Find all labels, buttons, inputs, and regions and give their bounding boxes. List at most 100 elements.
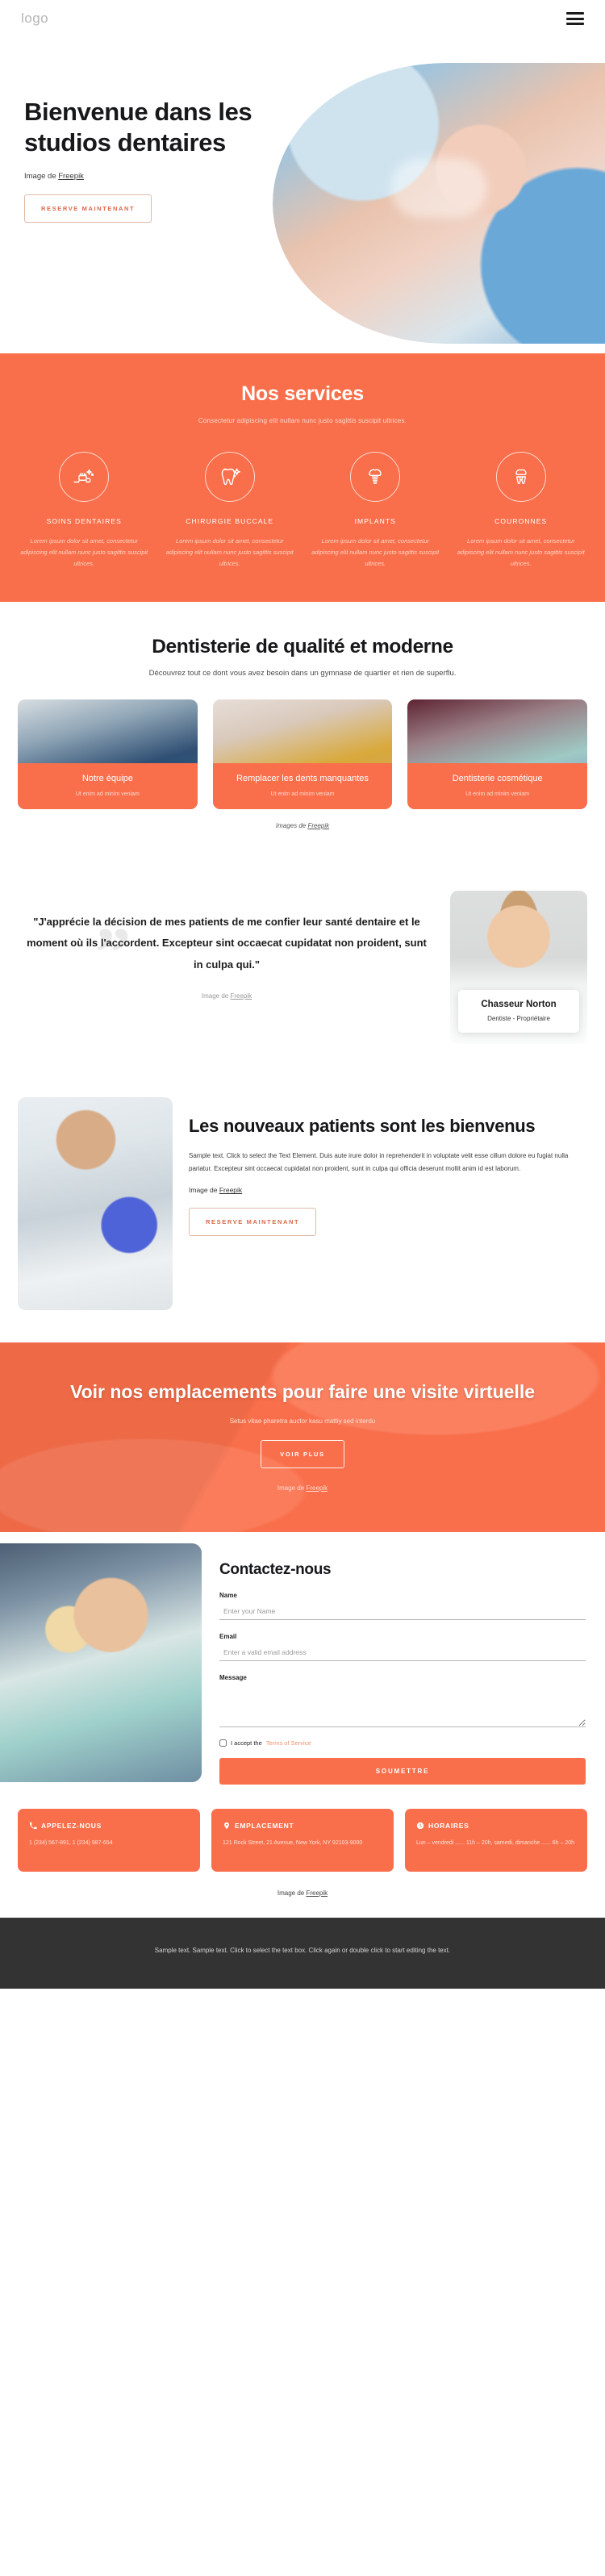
info-card-horaires[interactable]: HORAIRES Lun – vendredi ...... 11h – 20h… xyxy=(405,1808,587,1872)
card-title: Remplacer les dents manquantes xyxy=(236,774,369,784)
doctor-role: Dentiste - Propriétaire xyxy=(487,1014,550,1022)
new-patients-attribution-prefix: Image de xyxy=(189,1186,219,1195)
quality-cards: Notre équipe Ut enim ad minim veniam Rem… xyxy=(0,699,605,809)
services-section: Nos services Consectetur adipiscing elit… xyxy=(0,353,605,602)
name-input[interactable] xyxy=(219,1603,586,1620)
sparkling-tooth-icon xyxy=(204,452,255,502)
site-footer: Sample text. Sample text. Click to selec… xyxy=(0,1917,605,1989)
testimonial-section: ” "J'apprécie la décision de mes patient… xyxy=(0,868,605,1068)
email-field-group: Email xyxy=(219,1633,586,1661)
info-card-body: 121 Rock Street, 21 Avenue, New York, NY… xyxy=(223,1839,363,1846)
footer-text: Sample text. Sample text. Click to selec… xyxy=(154,1946,451,1954)
quality-card-remplacer-dents[interactable]: Remplacer les dents manquantes Ut enim a… xyxy=(212,699,393,809)
message-label: Message xyxy=(219,1673,247,1681)
phone-icon xyxy=(29,1822,37,1829)
service-description: Lorem ipsum dolor sit amet, consectetur … xyxy=(457,537,585,567)
dental-implant-icon xyxy=(350,452,401,502)
card-subtitle: Ut enim ad minim veniam xyxy=(75,791,140,797)
service-item-soins-dentaires[interactable]: SOINS DENTAIRES Lorem ipsum dolor sit am… xyxy=(13,452,156,570)
hero-title: Bienvenue dans les studios dentaires xyxy=(24,98,252,157)
service-item-implants[interactable]: IMPLANTS Lorem ipsum dolor sit amet, con… xyxy=(304,452,447,570)
card-caption: Remplacer les dents manquantes Ut enim a… xyxy=(212,763,393,809)
terms-of-service-link[interactable]: Terms of Service xyxy=(266,1739,311,1747)
name-label: Name xyxy=(219,1591,237,1599)
quality-subtitle: Découvrez tout ce dont vous avez besoin … xyxy=(148,668,457,678)
new-patients-image xyxy=(18,1096,173,1310)
new-patients-attribution: Image de Freepik xyxy=(189,1186,587,1194)
service-name: SOINS DENTAIRES xyxy=(46,517,122,525)
site-header: logo xyxy=(0,0,605,37)
new-patients-cta-button[interactable]: RESERVE MAINTENANT xyxy=(189,1208,317,1237)
hamburger-icon[interactable] xyxy=(566,12,584,25)
testimonial-doctor-column: Chasseur Norton Dentiste - Propriétaire xyxy=(450,890,587,1044)
service-name: CHIRURGIE BUCCALE xyxy=(186,517,274,525)
locations-section: Voir nos emplacements pour faire une vis… xyxy=(0,1342,605,1532)
email-input[interactable] xyxy=(219,1644,586,1661)
hamburger-bar xyxy=(566,23,584,25)
testimonial-attribution-prefix: Image de xyxy=(201,992,231,1000)
card-caption: Notre équipe Ut enim ad minim veniam xyxy=(18,763,198,809)
info-card-appelez-nous[interactable]: APPELEZ-NOUS 1 (234) 567-891, 1 (234) 98… xyxy=(18,1808,200,1872)
quality-attribution-prefix: Images de xyxy=(275,821,308,829)
quality-card-notre-equipe[interactable]: Notre équipe Ut enim ad minim veniam xyxy=(18,699,198,809)
services-grid: SOINS DENTAIRES Lorem ipsum dolor sit am… xyxy=(0,452,605,570)
info-cards-section: APPELEZ-NOUS 1 (234) 567-891, 1 (234) 98… xyxy=(0,1808,605,1872)
locations-title: Voir nos emplacements pour faire une vis… xyxy=(69,1380,536,1402)
service-item-couronnes[interactable]: COURONNES Lorem ipsum dolor sit amet, co… xyxy=(450,452,593,570)
quality-title: Dentisterie de qualité et moderne xyxy=(152,635,453,658)
testimonial-attribution: Image de Freepik xyxy=(18,992,436,1000)
toothbrush-icon xyxy=(59,452,110,502)
locations-attribution-link[interactable]: Freepik xyxy=(306,1484,328,1492)
service-name: IMPLANTS xyxy=(354,517,396,525)
hero-attribution-link[interactable]: Freepik xyxy=(58,172,84,181)
locations-cta-button[interactable]: VOIR PLUS xyxy=(261,1439,344,1468)
testimonial-quote: "J'apprécie la décision de mes patients … xyxy=(27,915,427,971)
service-description: Lorem ipsum dolor sit amet, consectetur … xyxy=(20,537,148,567)
hero-cta-button[interactable]: RESERVE MAINTENANT xyxy=(24,194,152,223)
message-textarea[interactable] xyxy=(219,1685,586,1727)
info-card-body: Lun – vendredi ...... 11h – 20h, samedi,… xyxy=(416,1839,574,1846)
locations-content: Voir nos emplacements pour faire une vis… xyxy=(18,1380,587,1492)
contact-title: Contactez-nous xyxy=(219,1560,332,1578)
info-card-header: APPELEZ-NOUS xyxy=(29,1822,189,1830)
hero-image xyxy=(273,63,605,344)
email-label: Email xyxy=(219,1632,237,1640)
doctor-badge: Chasseur Norton Dentiste - Propriétaire xyxy=(458,989,579,1033)
card-subtitle: Ut enim ad minim veniam xyxy=(465,791,530,797)
bottom-attribution: Image de Freepik xyxy=(0,1889,605,1918)
clock-icon xyxy=(416,1822,424,1829)
new-patients-title: Les nouveaux patients sont les bienvenus xyxy=(189,1115,536,1136)
contact-form: Contactez-nous Name Email Message I acce… xyxy=(219,1550,587,1785)
quality-attribution-link[interactable]: Freepik xyxy=(307,822,329,829)
terms-checkbox[interactable] xyxy=(219,1739,227,1747)
terms-text: I accept the xyxy=(231,1739,262,1747)
card-caption: Dentisterie cosmétique Ut enim ad minim … xyxy=(407,763,587,809)
info-card-title: EMPLACEMENT xyxy=(235,1821,294,1830)
quality-card-dentisterie-cosmetique[interactable]: Dentisterie cosmétique Ut enim ad minim … xyxy=(407,699,587,809)
quality-section: Dentisterie de qualité et moderne Découv… xyxy=(0,601,605,841)
services-subtitle: Consectetur adipiscing elit nullam nunc … xyxy=(198,417,407,424)
service-description: Lorem ipsum dolor sit amet, consectetur … xyxy=(165,537,294,567)
terms-row: I accept the Terms of Service xyxy=(219,1739,586,1747)
contact-image xyxy=(0,1543,202,1782)
services-title: Nos services xyxy=(241,382,364,405)
info-card-emplacement[interactable]: EMPLACEMENT 121 Rock Street, 21 Avenue, … xyxy=(211,1808,394,1872)
new-patients-section: Les nouveaux patients sont les bienvenus… xyxy=(0,1096,605,1342)
contact-section: Contactez-nous Name Email Message I acce… xyxy=(0,1532,605,1785)
submit-button[interactable]: SOUMETTRE xyxy=(219,1757,586,1785)
hamburger-bar xyxy=(566,12,584,15)
hero-attribution: Image de Freepik xyxy=(24,172,266,181)
card-subtitle: Ut enim ad minim veniam xyxy=(270,791,335,797)
bottom-attribution-link[interactable]: Freepik xyxy=(306,1889,328,1897)
testimonial-attribution-link[interactable]: Freepik xyxy=(230,992,252,1000)
hero-section: Bienvenue dans les studios dentaires Ima… xyxy=(0,37,605,353)
testimonial-quote-column: ” "J'apprécie la décision de mes patient… xyxy=(18,891,436,1000)
card-title: Notre équipe xyxy=(81,774,133,784)
service-item-chirurgie-buccale[interactable]: CHIRURGIE BUCCALE Lorem ipsum dolor sit … xyxy=(159,452,302,570)
quality-attribution: Images de Freepik xyxy=(0,822,605,829)
name-field-group: Name xyxy=(219,1592,586,1620)
info-card-body: 1 (234) 567-891, 1 (234) 987-654 xyxy=(29,1839,113,1846)
map-pin-icon xyxy=(224,1822,229,1829)
site-logo[interactable]: logo xyxy=(21,10,48,27)
new-patients-attribution-link[interactable]: Freepik xyxy=(219,1186,242,1194)
